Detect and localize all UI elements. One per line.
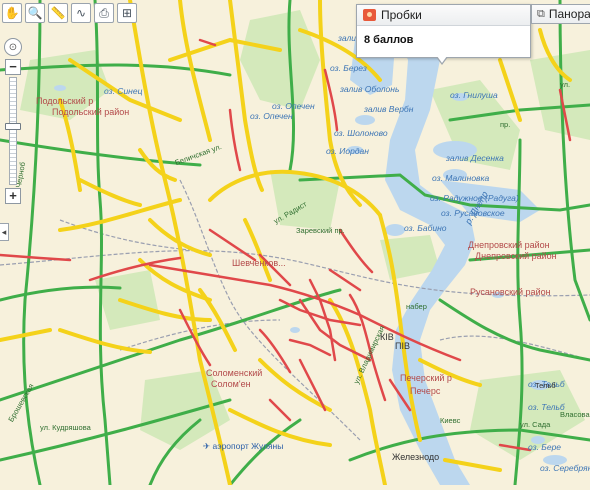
traffic-score: 8 баллов xyxy=(364,34,414,46)
panorama-title: Панора xyxy=(548,7,590,21)
district-label: Соломенский xyxy=(206,368,263,378)
road-label: Власова xyxy=(560,410,590,419)
district-label: Подольский район xyxy=(52,107,130,117)
ruler-icon[interactable]: 📏 xyxy=(48,3,68,23)
print-icon[interactable]: ⎙ xyxy=(94,3,114,23)
zoom-out-button[interactable]: − xyxy=(5,59,21,75)
panorama-icon: ⧉ xyxy=(537,7,545,20)
zoom-control: ⊙ − + xyxy=(4,38,22,204)
lake-label: залив Оболонь xyxy=(340,84,400,94)
zoom-slider-thumb[interactable] xyxy=(5,123,21,130)
airport-name: аэропорт Жуляны xyxy=(212,441,284,451)
route-icon[interactable]: ∿ xyxy=(71,3,91,23)
district-label: Шевченков... xyxy=(232,258,286,268)
panorama-button[interactable]: ⧉ Панора xyxy=(531,4,590,24)
district-label: Печерский р xyxy=(400,373,452,383)
traffic-title: Пробки xyxy=(381,8,422,22)
road-label: ул. xyxy=(560,80,571,89)
district-label: Подольский р xyxy=(36,96,94,106)
expand-panel-arrow[interactable]: ◂ xyxy=(0,223,9,241)
ruler-glyph: 📏 xyxy=(50,6,66,20)
lake-label: оз. Шолоново xyxy=(334,128,388,138)
traffic-panel: Пробки 8 баллов xyxy=(356,4,531,65)
lake-label: оз. Иордан xyxy=(326,146,369,156)
zoom-slider-track[interactable] xyxy=(5,77,21,185)
place-label: ПІВ xyxy=(395,341,410,351)
lake-label: оз. Берез xyxy=(330,63,367,73)
road-label: ул. Кудряшова xyxy=(40,423,91,432)
district-label: Днепровский район xyxy=(468,240,550,250)
lake-label: оз. Серебрян xyxy=(540,463,590,473)
lake-label: оз. Гнилуша xyxy=(450,90,498,100)
lake-label: оз. Русановское xyxy=(441,208,505,218)
district-label: Солом'ен xyxy=(211,379,251,389)
balloon-tail xyxy=(436,56,448,65)
layers-icon[interactable]: ⊞ xyxy=(117,3,137,23)
road-label: набер xyxy=(406,302,427,311)
road-label: Тельб xyxy=(535,381,556,390)
map-toolbar: ✋ 🔍 📏 ∿ ⎙ ⊞ xyxy=(2,3,137,23)
zoom-area-icon[interactable]: 🔍 xyxy=(25,3,45,23)
airport-icon: ✈ xyxy=(203,441,211,451)
traffic-light-icon xyxy=(363,9,376,21)
hand-icon[interactable]: ✋ xyxy=(2,3,22,23)
road-label: Заревский пр. xyxy=(296,226,345,235)
road-label: пр. xyxy=(500,120,511,129)
lake-label: оз. Опечен xyxy=(250,111,293,121)
road-label: ул. Сада xyxy=(520,420,551,429)
hand-glyph: ✋ xyxy=(4,6,20,20)
district-label: Печерс xyxy=(410,386,441,396)
lake-label: залив Десенка xyxy=(446,153,504,163)
district-label: Русановский район xyxy=(470,287,551,297)
lake-label: оз. Малиновка xyxy=(432,173,490,183)
lake-label: залив Вербн xyxy=(364,104,414,114)
traffic-toggle-button[interactable]: Пробки xyxy=(357,5,530,26)
magnifier-glyph: 🔍 xyxy=(27,6,43,20)
airport-label: ✈ аэропорт Жуляны xyxy=(203,441,283,451)
lake-label: оз. Опечен xyxy=(272,101,315,111)
road-label: Киевс xyxy=(440,416,461,425)
lake-label: оз. Бабино xyxy=(404,223,447,233)
print-glyph: ⎙ xyxy=(99,5,109,20)
place-label: КІВ xyxy=(380,332,394,342)
lake-label: оз. Радужное (Радуга) xyxy=(430,193,519,203)
locate-icon[interactable]: ⊙ xyxy=(4,38,22,56)
district-label: Днепровский район xyxy=(475,251,557,261)
lake-label: оз. Бере xyxy=(528,442,562,452)
zoom-in-button[interactable]: + xyxy=(5,188,21,204)
layers-glyph: ⊞ xyxy=(121,6,133,20)
route-glyph: ∿ xyxy=(75,6,87,20)
lake-label: оз. Синец xyxy=(104,86,143,96)
road-label: Железнодо xyxy=(392,452,440,462)
